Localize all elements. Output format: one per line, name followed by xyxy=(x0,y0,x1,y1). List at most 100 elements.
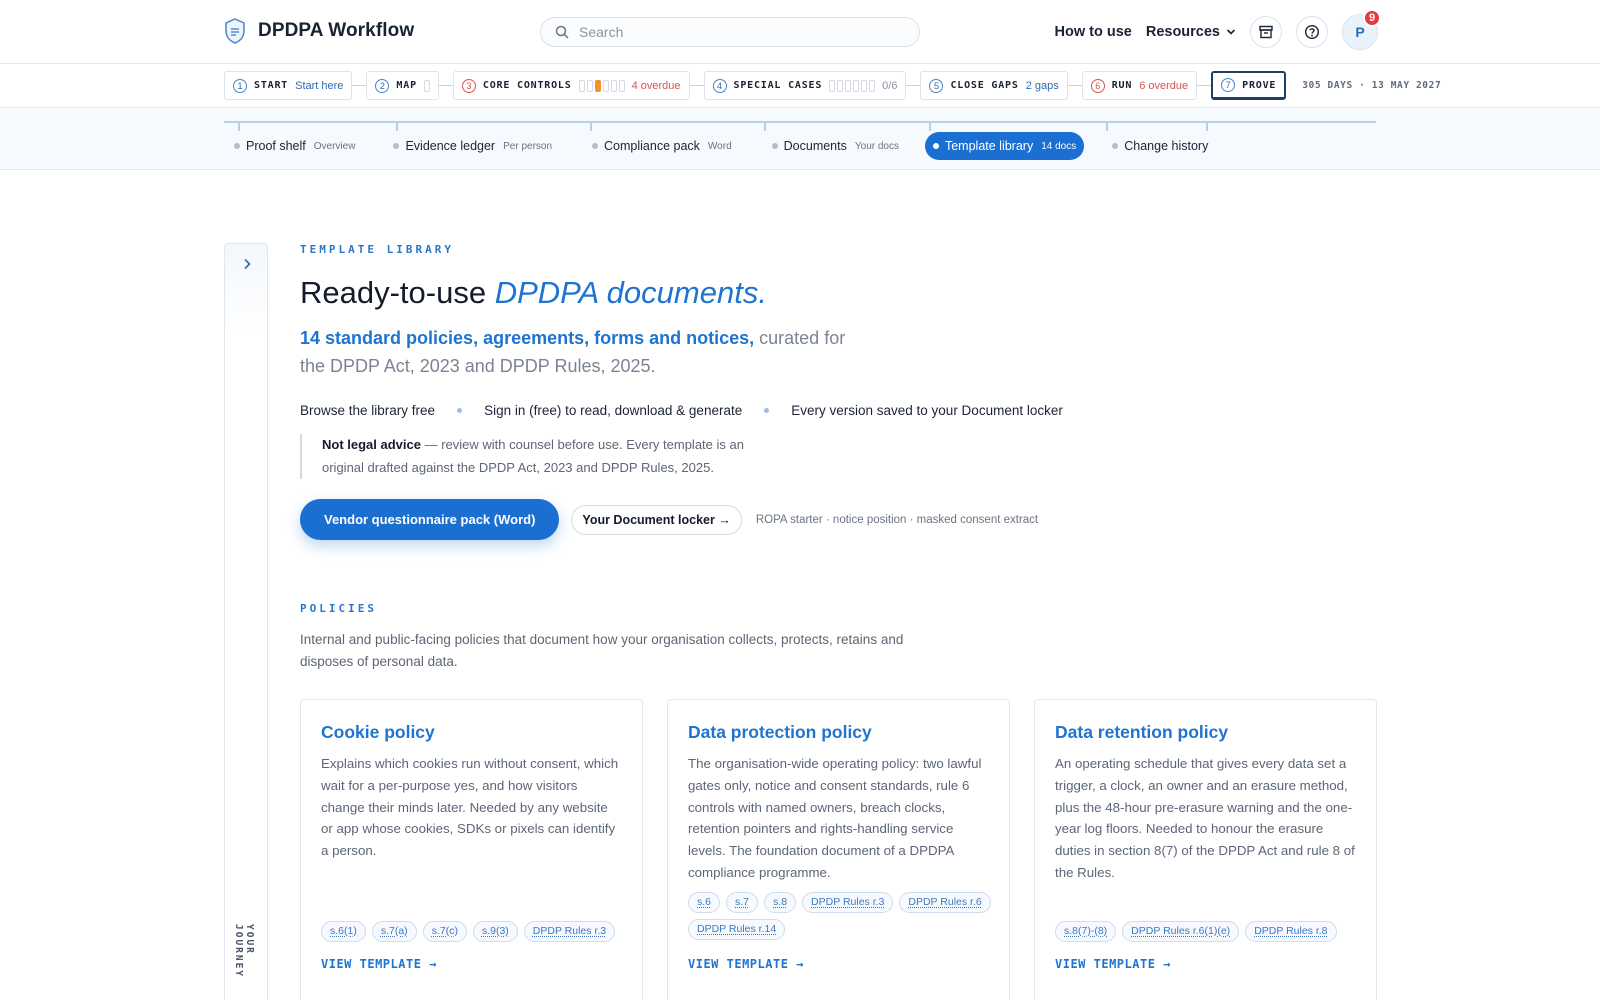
card-data-retention-policy[interactable]: Data retention policy An operating sched… xyxy=(1034,698,1377,1000)
step-progress xyxy=(423,79,430,92)
card-title: Data protection policy xyxy=(688,721,872,742)
step-connector xyxy=(906,85,921,86)
step-status: 2 gaps xyxy=(1025,79,1059,92)
view-template-link[interactable]: VIEW TEMPLATE → xyxy=(321,957,437,971)
step-label: CLOSE GAPS xyxy=(950,80,1019,91)
policy-cards: Cookie policy Explains which cookies run… xyxy=(300,698,1378,1000)
cta-row: Vendor questionnaire pack (Word) Your Do… xyxy=(300,499,1378,541)
step-number: 4 xyxy=(712,78,727,93)
card-tags: s.6 s.7 s.8 DPDP Rules r.3 DPDP Rules r.… xyxy=(688,891,995,940)
step-label: START xyxy=(254,80,289,91)
view-template-link[interactable]: VIEW TEMPLATE → xyxy=(1055,957,1171,971)
step-core-controls[interactable]: 3 CORE CONTROLS 4 overdue xyxy=(452,71,690,100)
brand[interactable]: DPDPA Workflow xyxy=(224,18,414,44)
feature-item: Browse the library free xyxy=(300,402,436,418)
chevron-down-icon xyxy=(1226,29,1236,35)
step-progress xyxy=(829,79,876,92)
hero-eyebrow: TEMPLATE LIBRARY xyxy=(300,243,454,256)
journey-steps: 1 START Start here 2 MAP 3 CORE CONTROLS… xyxy=(0,64,1600,108)
legal-disclaimer: Not legal advice — review with counsel b… xyxy=(300,433,760,480)
subnav-tick xyxy=(238,121,240,131)
section-tag[interactable]: s.7 xyxy=(726,891,759,913)
subnav-dot xyxy=(592,143,599,149)
step-map[interactable]: 2 MAP xyxy=(366,71,439,100)
section-tag[interactable]: s.8 xyxy=(764,891,797,913)
avatar[interactable]: P 9 xyxy=(1342,9,1381,50)
step-prove[interactable]: 7 PROVE xyxy=(1211,71,1287,100)
deadline-countdown: 305 DAYS · 13 MAY 2027 xyxy=(1302,80,1442,91)
archive-icon xyxy=(1259,25,1273,39)
step-number: 6 xyxy=(1090,78,1105,93)
view-template-link[interactable]: VIEW TEMPLATE → xyxy=(688,957,804,971)
step-status: 0/6 xyxy=(882,79,898,92)
step-start[interactable]: 1 START Start here xyxy=(224,71,353,100)
step-close-gaps[interactable]: 5 CLOSE GAPS 2 gaps xyxy=(920,71,1068,100)
step-status: 6 overdue xyxy=(1139,79,1189,92)
subnav-label: Template library xyxy=(944,139,1034,153)
subnav-tick xyxy=(1106,121,1108,131)
subnav-template-library[interactable]: Template library 14 docs xyxy=(924,132,1085,160)
step-run[interactable]: 6 RUN 6 overdue xyxy=(1081,71,1198,100)
search-input[interactable] xyxy=(579,24,879,40)
step-connector xyxy=(438,85,453,86)
search-icon xyxy=(555,25,569,39)
subnav-evidence-ledger[interactable]: Evidence ledger Per person xyxy=(385,132,560,160)
cta-meta: ROPA starter · notice position · masked … xyxy=(755,513,1039,526)
step-progress xyxy=(578,79,625,92)
section-tag[interactable]: DPDP Rules r.6 xyxy=(899,891,991,913)
subnav-label: Evidence ledger xyxy=(405,139,496,153)
card-description: An operating schedule that gives every d… xyxy=(1055,755,1355,881)
policies-description: Internal and public-facing policies that… xyxy=(300,632,904,670)
step-label: SPECIAL CASES xyxy=(733,80,823,91)
card-description: Explains which cookies run without conse… xyxy=(321,755,619,859)
help-icon xyxy=(1304,24,1320,40)
how-to-use-link[interactable]: How to use xyxy=(1055,24,1132,40)
section-tag[interactable]: DPDP Rules r.14 xyxy=(688,918,786,940)
vendor-questionnaire-button[interactable]: Vendor questionnaire pack (Word) xyxy=(300,499,560,541)
journey-rail: YOUR JOURNEY xyxy=(224,243,268,1000)
subnav-label: Documents xyxy=(783,139,847,153)
step-number: 3 xyxy=(461,78,476,93)
section-tag[interactable]: DPDP Rules r.3 xyxy=(802,891,894,913)
page-title: Ready-to-use DPDPA documents. xyxy=(300,274,1378,311)
section-tag[interactable]: s.9(3) xyxy=(472,920,518,942)
feature-separator xyxy=(764,407,770,413)
section-tag[interactable]: s.7(c) xyxy=(422,920,467,942)
section-tag[interactable]: s.6(1) xyxy=(321,920,366,942)
card-description: The organisation-wide operating policy: … xyxy=(688,755,982,881)
section-tag[interactable]: s.7(a) xyxy=(371,920,417,942)
card-title: Data retention policy xyxy=(1055,721,1229,742)
top-bar: DPDPA Workflow How to use Resources xyxy=(0,0,1600,64)
resources-menu[interactable]: Resources xyxy=(1146,24,1236,40)
step-connector xyxy=(1197,85,1212,86)
section-tag[interactable]: s.6 xyxy=(688,891,721,913)
step-special-cases[interactable]: 4 SPECIAL CASES 0/6 xyxy=(703,71,907,100)
subnav-proof-shelf[interactable]: Proof shelf Overview xyxy=(226,132,363,160)
subnav-compliance-pack[interactable]: Compliance pack Word xyxy=(584,132,740,160)
main-content: TEMPLATE LIBRARY Ready-to-use DPDPA docu… xyxy=(300,243,1378,1000)
feature-separator xyxy=(457,407,463,413)
section-tag[interactable]: s.8(7)-(8) xyxy=(1055,920,1117,942)
subnav-dot xyxy=(1112,143,1119,149)
subnav-sub: 14 docs xyxy=(1041,140,1077,152)
prove-subnav: Proof shelf Overview Evidence ledger Per… xyxy=(0,108,1600,170)
step-label: CORE CONTROLS xyxy=(482,80,572,91)
section-tag[interactable]: DPDP Rules r.6(1)(e) xyxy=(1122,920,1240,942)
help-button[interactable] xyxy=(1296,16,1328,48)
subnav-dot xyxy=(771,143,778,149)
card-tags: s.8(7)-(8) DPDP Rules r.6(1)(e) DPDP Rul… xyxy=(1055,920,1362,942)
notification-badge: 9 xyxy=(1363,9,1381,27)
archive-button[interactable] xyxy=(1250,16,1282,48)
section-tag[interactable]: DPDP Rules r.8 xyxy=(1245,920,1337,942)
subnav-change-history[interactable]: Change history xyxy=(1104,132,1216,160)
section-tag[interactable]: DPDP Rules r.3 xyxy=(523,920,616,942)
card-cookie-policy[interactable]: Cookie policy Explains which cookies run… xyxy=(300,698,643,1000)
resources-label: Resources xyxy=(1145,24,1220,40)
search-box xyxy=(540,17,920,47)
document-locker-button[interactable]: Your Document locker → xyxy=(571,504,742,535)
subnav-documents[interactable]: Documents Your docs xyxy=(764,132,907,160)
card-data-protection-policy[interactable]: Data protection policy The organisation-… xyxy=(667,698,1010,1000)
chevron-right-icon[interactable] xyxy=(239,256,255,272)
step-connector xyxy=(689,85,704,86)
subnav-sub: Your docs xyxy=(854,140,899,152)
